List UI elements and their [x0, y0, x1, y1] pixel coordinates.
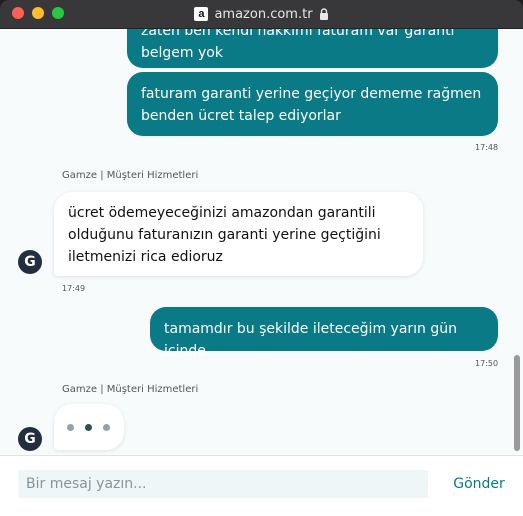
- user-message-bubble: faturam garanti yerine geçiyor dememe ra…: [127, 72, 498, 136]
- typing-dot: [67, 424, 74, 431]
- agent-message-bubble: ücret ödemeyeceğinizi amazondan garantil…: [54, 192, 423, 276]
- typing-dot: [103, 424, 110, 431]
- message-line: iletmenizi rica edioruz: [68, 249, 223, 265]
- amazon-favicon-icon: a: [194, 7, 209, 21]
- typing-dot: [85, 424, 92, 431]
- chat-panel: zaten ben kendi hakkımı faturam var gara…: [0, 29, 523, 516]
- user-message-bubble: tamamdır bu şekilde ileteceğim yarın gün…: [150, 307, 498, 359]
- message-line: tamamdır bu şekilde ileteceğim yarın gün…: [164, 321, 457, 359]
- message-composer: Gönder: [0, 455, 523, 516]
- message-line: olduğunu faturanızın garanti yerine geçt…: [68, 227, 381, 243]
- browser-window: a amazon.com.tr zaten ben kendi hakkımı …: [0, 0, 523, 516]
- lock-icon: [319, 8, 328, 20]
- typing-indicator: [54, 404, 124, 450]
- message-timestamp: 17:49: [62, 284, 86, 293]
- message-line: faturam garanti yerine geçiyor dememe ra…: [141, 86, 482, 102]
- message-timestamp: 17:48: [475, 143, 499, 152]
- message-line: zaten ben kendi hakkımı faturam var gara…: [141, 29, 455, 39]
- agent-name-label: Gamze | Müşteri Hizmetleri: [62, 384, 199, 395]
- user-message-bubble: zaten ben kendi hakkımı faturam var gara…: [127, 29, 498, 68]
- address-bar[interactable]: a amazon.com.tr: [0, 5, 523, 23]
- message-line: ücret ödemeyeceğinizi amazondan garantil…: [68, 205, 376, 221]
- message-line: benden ücret talep ediyorlar: [141, 108, 341, 124]
- scrollbar-thumb[interactable]: [514, 355, 520, 451]
- message-list[interactable]: zaten ben kendi hakkımı faturam var gara…: [0, 29, 523, 455]
- send-button[interactable]: Gönder: [446, 470, 512, 498]
- message-input[interactable]: [18, 470, 428, 498]
- message-timestamp: 17:50: [475, 359, 499, 368]
- agent-name-label: Gamze | Müşteri Hizmetleri: [62, 170, 199, 181]
- agent-avatar: G: [18, 250, 42, 274]
- agent-avatar: G: [18, 427, 42, 451]
- message-line: belgem yok: [141, 45, 223, 61]
- url-text: amazon.com.tr: [214, 6, 313, 22]
- title-bar: a amazon.com.tr: [0, 0, 523, 29]
